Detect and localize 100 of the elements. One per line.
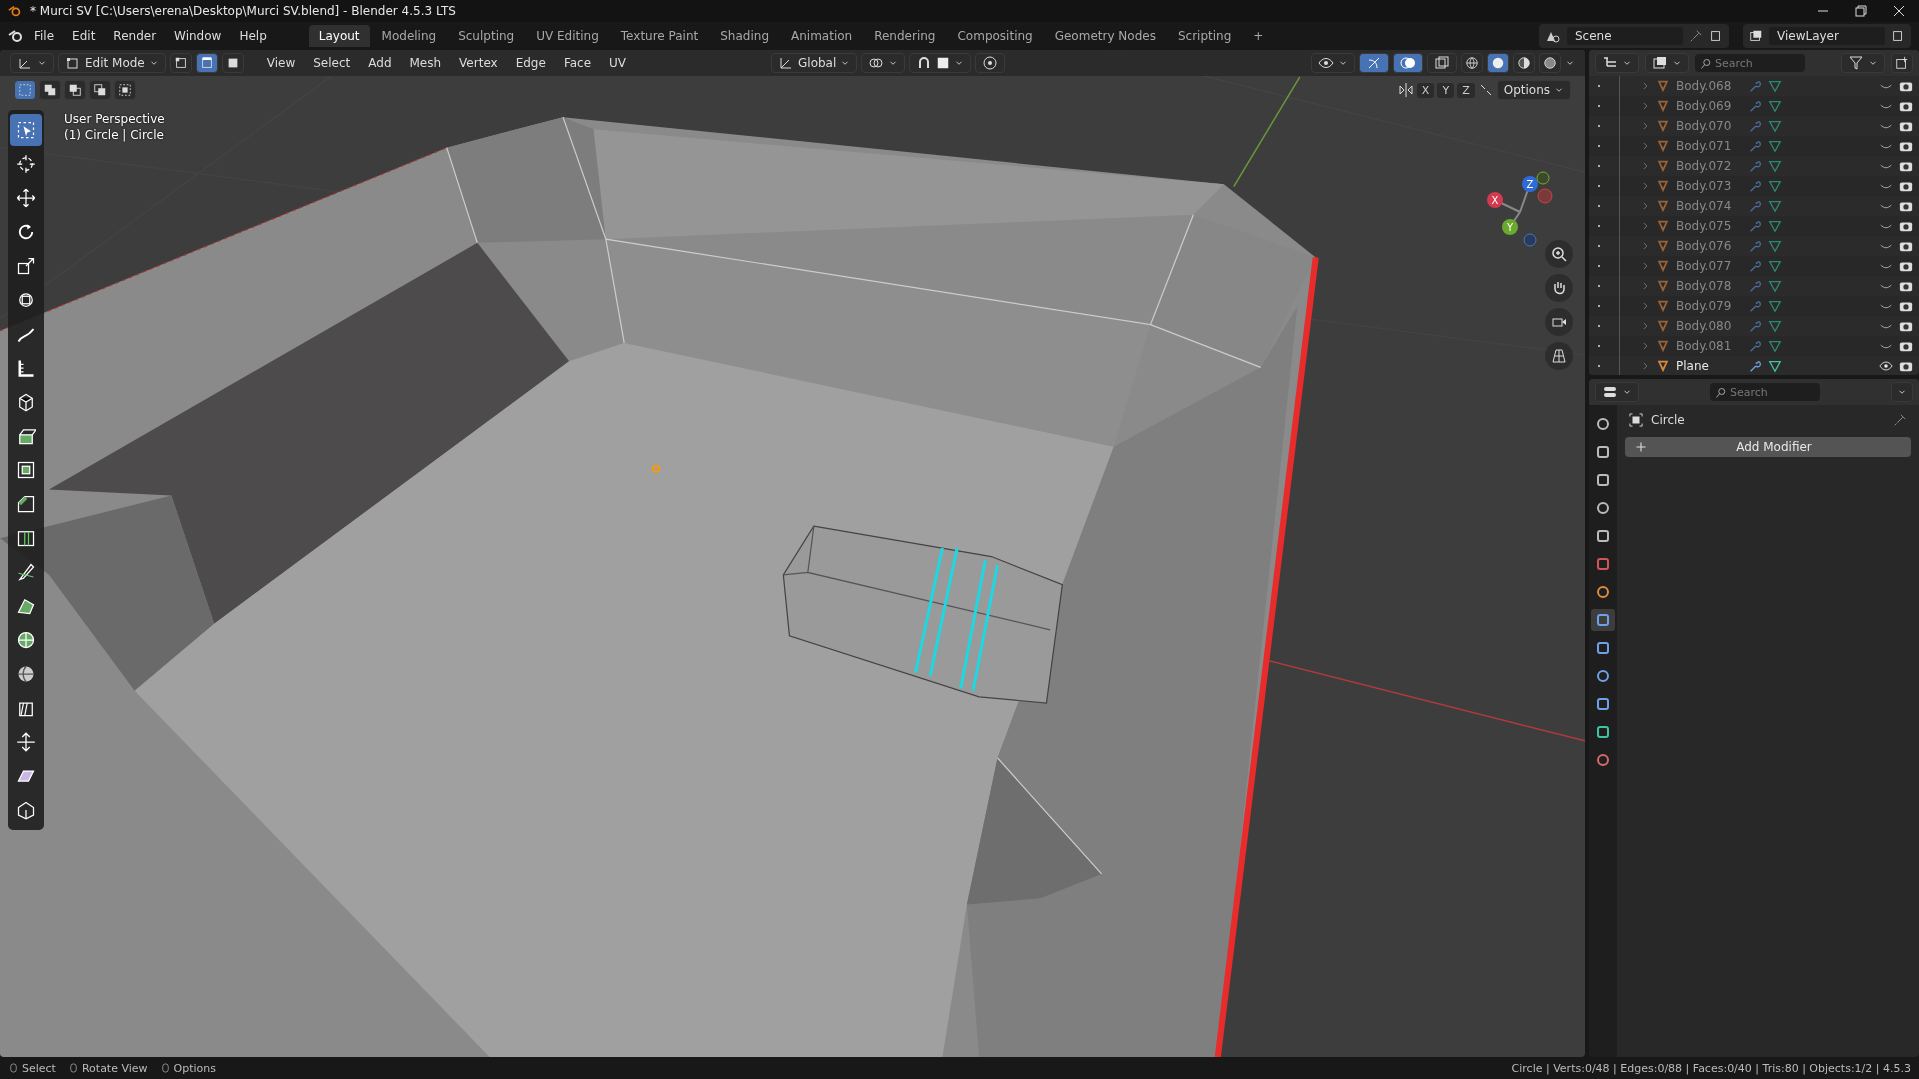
options-dropdown[interactable]: Options (1496, 80, 1571, 100)
shading-button[interactable] (1487, 53, 1509, 73)
outliner-row[interactable]: Body.069 (1589, 96, 1919, 116)
rip-icon (16, 800, 36, 820)
workspace-tab[interactable]: Compositing (947, 25, 1043, 47)
selection-mode-button[interactable] (39, 80, 61, 100)
perspective-toggle[interactable] (1545, 342, 1573, 370)
selection-mode-button[interactable] (64, 80, 86, 100)
view-layer-selector[interactable]: ViewLayer (1743, 24, 1911, 48)
editor-type-button[interactable] (1595, 382, 1639, 402)
overlay-toggle[interactable] (1393, 53, 1423, 73)
proportional-edit-button[interactable] (975, 53, 1006, 73)
menu-item[interactable]: Edit (64, 26, 104, 46)
maximize-icon[interactable] (1855, 5, 1867, 17)
viewport-menu-item[interactable]: View (259, 54, 303, 72)
properties-icon (1602, 384, 1618, 400)
add-workspace-button[interactable]: + (1243, 25, 1274, 47)
camera-view-button[interactable] (1545, 308, 1573, 336)
menu-item[interactable]: Help (231, 26, 275, 46)
dot-icon (1595, 162, 1603, 170)
object-name: Circle (1651, 413, 1685, 427)
workspace-tab[interactable]: Shading (710, 25, 779, 47)
workspace-tab[interactable]: Modeling (371, 25, 447, 47)
mirror-axis-toggle[interactable]: Z (1457, 82, 1475, 98)
viewport-menu-item[interactable]: Face (556, 54, 598, 72)
outliner-row[interactable]: Body.077 (1589, 256, 1919, 276)
workspace-tab[interactable]: Rendering (864, 25, 946, 47)
inset-icon (16, 460, 36, 480)
outliner-row[interactable]: Body.071 (1589, 136, 1919, 156)
workspace-tab[interactable]: Sculpting (448, 25, 525, 47)
extrude-icon (16, 426, 36, 446)
properties-search-field[interactable]: Search (1710, 383, 1820, 401)
square-icon (936, 56, 951, 70)
viewport-menu-item[interactable]: Mesh (402, 54, 449, 72)
shading-button[interactable] (1539, 53, 1561, 73)
plus-icon (1635, 441, 1647, 453)
zoom-button[interactable] (1545, 240, 1573, 268)
cursor-icon (16, 154, 36, 174)
mesh-object-icon (1656, 139, 1670, 153)
workspace-tab[interactable]: Layout (308, 25, 370, 47)
mesh-object-icon (1656, 219, 1670, 233)
mirror-axis-toggle[interactable]: X (1416, 82, 1435, 98)
outliner-row[interactable]: Body.075 (1589, 216, 1919, 236)
mesh-object-icon (1656, 339, 1670, 353)
outliner-search-field[interactable]: Search (1695, 54, 1805, 72)
xray-toggle[interactable] (1427, 53, 1457, 73)
visibility-dropdown[interactable] (1311, 53, 1355, 73)
navigation-gizmo[interactable]: Z X Y (1475, 162, 1565, 252)
select-invert-icon (93, 83, 107, 97)
mouse-icon (159, 1062, 171, 1074)
shading-button[interactable] (1461, 53, 1483, 73)
mode-dropdown[interactable]: Edit Mode (58, 53, 166, 73)
workspace-tab[interactable]: UV Editing (526, 25, 609, 47)
selection-mode-button[interactable] (114, 80, 136, 100)
shading-button[interactable] (1513, 53, 1535, 73)
pivot-dropdown[interactable] (861, 53, 906, 73)
mesh-object-icon (1656, 199, 1670, 213)
menu-item[interactable]: Render (105, 26, 165, 46)
object-name: Body.079 (1676, 299, 1733, 313)
menu-item[interactable]: Window (166, 26, 230, 46)
viewport-menu-item[interactable]: Add (361, 54, 399, 72)
selection-mode-button[interactable] (14, 80, 36, 100)
add-modifier-button[interactable]: Add Modifier (1625, 437, 1911, 457)
gizmo-icon (1366, 55, 1382, 71)
workspace-tab[interactable]: Animation (781, 25, 863, 47)
viewport-menu-item[interactable]: Vertex (452, 54, 505, 72)
view-layer-dropdown[interactable] (1645, 53, 1689, 73)
viewport-menu-item[interactable]: Edge (508, 54, 553, 72)
new-collection-button[interactable] (1891, 53, 1913, 73)
select-mode-button[interactable] (221, 53, 244, 73)
viewport-menu-item[interactable]: Select (306, 54, 358, 72)
properties-tab[interactable] (1591, 609, 1615, 631)
outliner-row[interactable]: Plane (1589, 356, 1919, 375)
select-mode-button[interactable] (195, 53, 218, 73)
scene-selector[interactable]: Scene (1539, 24, 1729, 48)
select-mode-button[interactable] (169, 53, 192, 73)
snap-dropdown[interactable] (909, 53, 972, 73)
outliner-row[interactable]: Body.079 (1589, 296, 1919, 316)
workspace-tab[interactable]: Geometry Nodes (1044, 25, 1166, 47)
workspace-tab[interactable]: Scripting (1167, 25, 1242, 47)
object-name: Body.075 (1676, 219, 1733, 233)
mesh-object-icon (1656, 119, 1670, 133)
filter-dropdown[interactable] (1841, 53, 1885, 73)
mesh-object-icon (1656, 299, 1670, 313)
object-name: Body.077 (1676, 259, 1733, 273)
mirror-axis-toggle[interactable]: Y (1437, 82, 1455, 98)
selection-mode-button[interactable] (89, 80, 111, 100)
eye-icon (1879, 359, 1893, 373)
display-mode-dropdown[interactable] (1595, 53, 1639, 73)
duplicate-icon (1709, 29, 1723, 43)
outliner-row[interactable]: Body.073 (1589, 176, 1919, 196)
menu-item[interactable]: File (26, 26, 63, 46)
pan-button[interactable] (1545, 274, 1573, 302)
orientation-dropdown[interactable]: Global (771, 53, 858, 73)
gizmo-toggle[interactable] (1359, 53, 1389, 73)
outliner-row[interactable]: Body.081 (1589, 336, 1919, 356)
viewport-menu-item[interactable]: UV (602, 54, 633, 72)
workspace-tab[interactable]: Texture Paint (610, 25, 709, 47)
close-icon[interactable] (1893, 5, 1905, 17)
search-icon (1700, 58, 1712, 70)
